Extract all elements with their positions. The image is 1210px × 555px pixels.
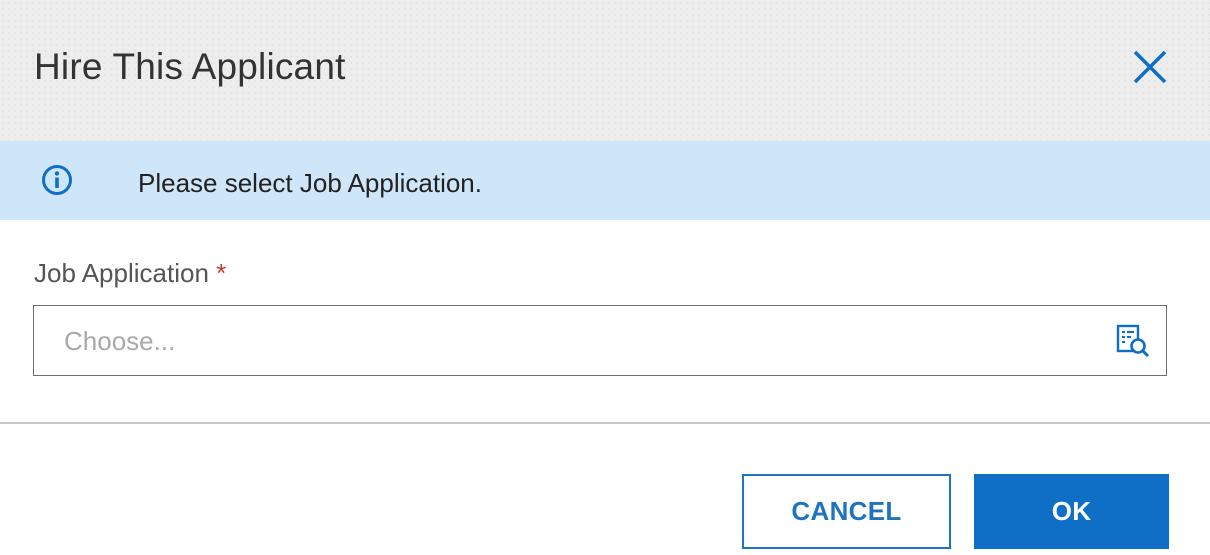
required-marker: * — [216, 258, 227, 288]
job-application-label-text: Job Application — [34, 258, 209, 288]
hire-applicant-dialog: Hire This Applicant Please select Job Ap… — [0, 0, 1210, 555]
footer-divider — [0, 422, 1210, 424]
cancel-button[interactable]: CANCEL — [742, 474, 951, 549]
close-button[interactable] — [1128, 43, 1174, 89]
lookup-search-icon — [1116, 324, 1150, 358]
job-application-input[interactable] — [64, 316, 1074, 366]
lookup-button[interactable] — [1115, 323, 1151, 359]
info-banner: Please select Job Application. — [0, 141, 1210, 220]
dialog-title: Hire This Applicant — [34, 46, 346, 87]
info-message: Please select Job Application. — [138, 168, 482, 198]
ok-button[interactable]: OK — [974, 474, 1169, 549]
job-application-label: Job Application * — [34, 256, 226, 290]
info-icon — [42, 165, 72, 195]
close-icon — [1133, 50, 1167, 84]
dialog-header: Hire This Applicant — [0, 0, 1210, 141]
job-application-field[interactable] — [33, 305, 1167, 376]
